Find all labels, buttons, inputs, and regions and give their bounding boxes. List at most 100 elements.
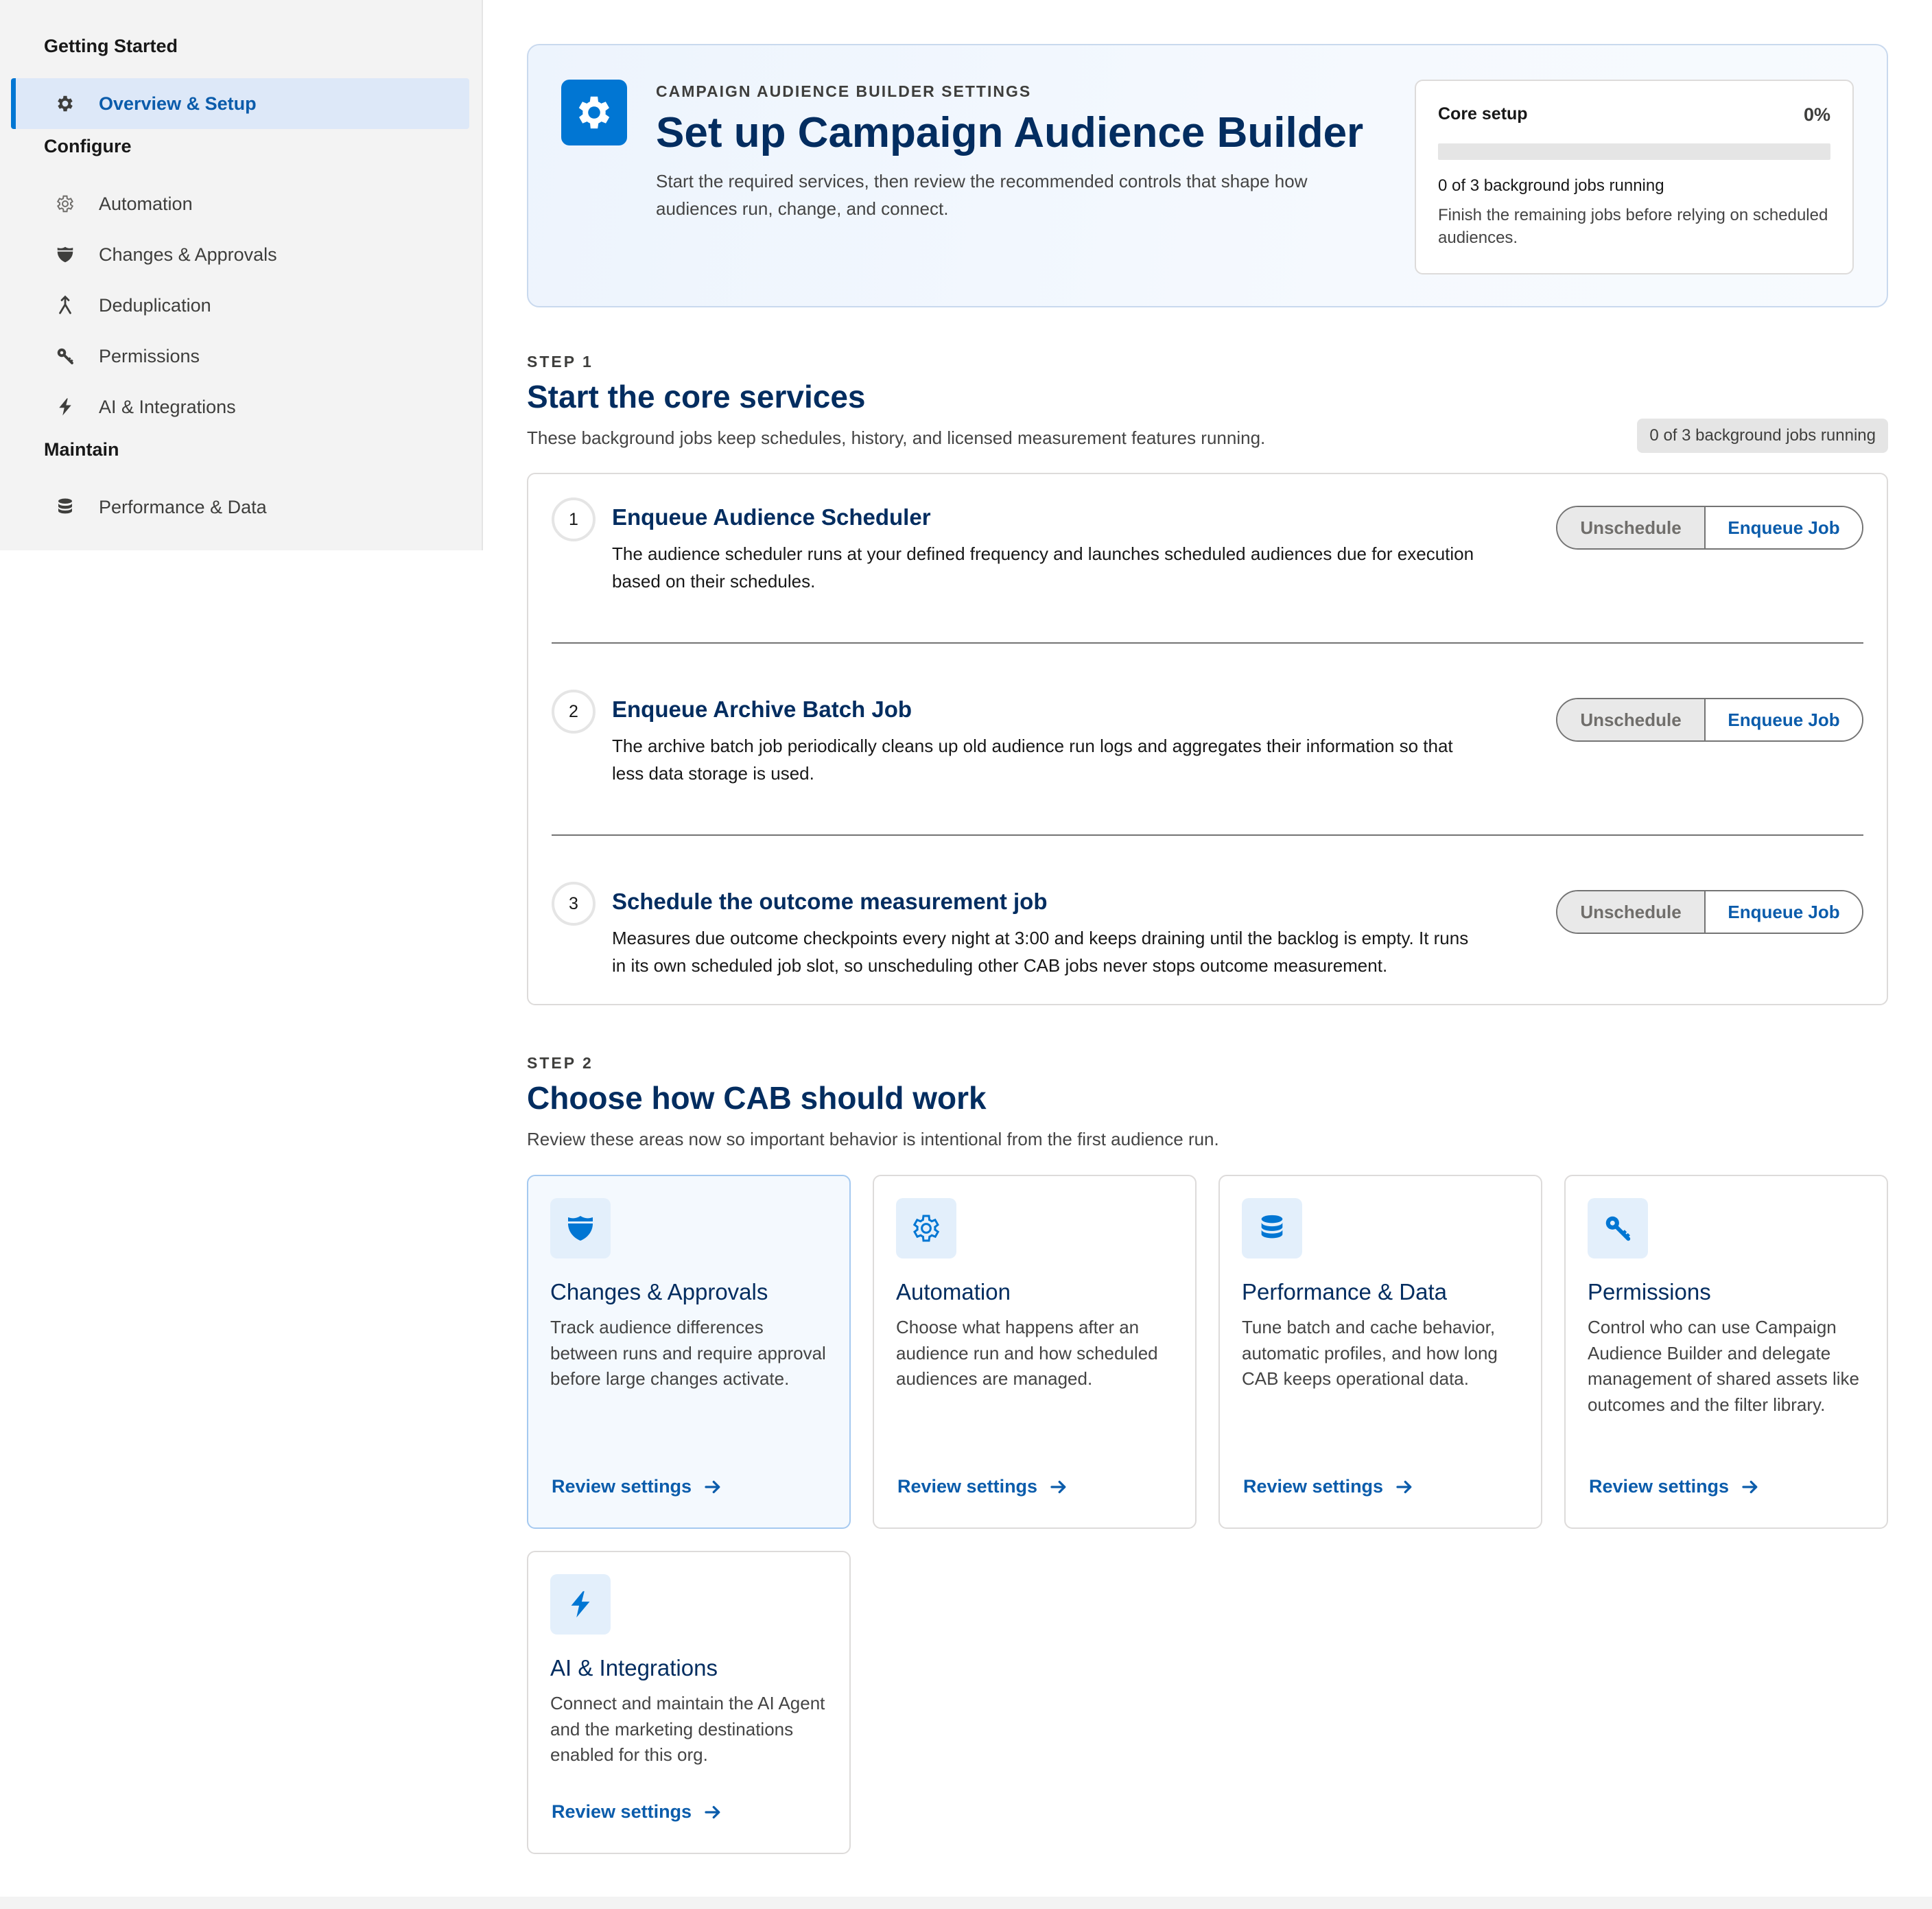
job-description: Measures due outcome checkpoints every n… — [612, 928, 1469, 976]
sidebar-item-permissions[interactable]: Permissions — [11, 331, 469, 382]
main-content: CAMPAIGN AUDIENCE BUILDER SETTINGS Set u… — [527, 44, 1888, 1854]
core-setup-card: Core setup 0% 0 of 3 background jobs run… — [1415, 80, 1854, 274]
sidebar-item-label: Permissions — [99, 345, 200, 366]
sidebar-item-label: Automation — [99, 193, 193, 214]
sidebar-item-performance-data[interactable]: Performance & Data — [11, 482, 469, 532]
sidebar-item-changes-approvals[interactable]: Changes & Approvals — [11, 229, 469, 280]
card-automation[interactable]: Automation Choose what happens after an … — [873, 1175, 1197, 1529]
job-number: 3 — [552, 882, 596, 926]
review-settings-link[interactable]: Review settings — [552, 1801, 723, 1823]
job-description: The audience scheduler runs at your defi… — [612, 543, 1474, 592]
link-label: Review settings — [552, 1476, 692, 1497]
core-setup-status: 0 of 3 background jobs running — [1438, 176, 1664, 195]
step-1-title: Start the core services — [527, 379, 866, 414]
card-title: AI & Integrations — [550, 1655, 718, 1680]
enqueue-job-button[interactable]: Enqueue Job — [1706, 891, 1862, 933]
step-2-label: STEP 2 — [527, 1054, 593, 1072]
card-ai-integrations[interactable]: AI & Integrations Connect and maintain t… — [527, 1551, 851, 1854]
card-description: Connect and maintain the AI Agent and th… — [550, 1693, 825, 1765]
gear-outline-icon — [54, 192, 77, 215]
step-1-section: STEP 1 Start the core services These bac… — [527, 353, 1888, 453]
card-title: Automation — [896, 1279, 1011, 1304]
core-setup-note: Finish the remaining jobs before relying… — [1438, 206, 1828, 247]
database-icon — [1242, 1198, 1302, 1258]
core-setup-progress-bar — [1438, 143, 1830, 160]
sidebar-item-label: Performance & Data — [99, 496, 267, 517]
sidebar-group-getting-started: Getting Started — [44, 36, 178, 56]
card-title: Performance & Data — [1242, 1279, 1447, 1304]
hero-description: Start the required services, then review… — [656, 171, 1308, 219]
job-title: Schedule the outcome measurement job — [612, 889, 1048, 914]
hero-panel: CAMPAIGN AUDIENCE BUILDER SETTINGS Set u… — [527, 44, 1888, 307]
card-description: Choose what happens after an audience ru… — [896, 1317, 1158, 1389]
job-item: 1 Enqueue Audience Scheduler The audienc… — [552, 497, 1863, 655]
sidebar-group-maintain: Maintain — [44, 439, 119, 460]
review-settings-link[interactable]: Review settings — [552, 1476, 723, 1497]
card-title: Changes & Approvals — [550, 1279, 768, 1304]
review-settings-link[interactable]: Review settings — [897, 1476, 1069, 1497]
arrow-right-icon — [1396, 1480, 1412, 1493]
footer-strip — [0, 1897, 1932, 1909]
sidebar-item-label: AI & Integrations — [99, 396, 236, 417]
job-button-group: Unschedule Enqueue Job — [1556, 698, 1863, 742]
page-title: Set up Campaign Audience Builder — [656, 109, 1364, 156]
arrow-right-icon — [1742, 1480, 1758, 1493]
job-description: The archive batch job periodically clean… — [612, 736, 1453, 784]
lightning-icon — [54, 395, 77, 419]
card-description: Control who can use Campaign Audience Bu… — [1588, 1317, 1859, 1415]
step-1-label: STEP 1 — [527, 353, 593, 371]
gear-outline-icon — [896, 1198, 956, 1258]
unschedule-button[interactable]: Unschedule — [1557, 699, 1706, 740]
sidebar-item-ai-integrations[interactable]: AI & Integrations — [11, 382, 469, 432]
gear-icon — [54, 92, 77, 115]
sidebar: Getting Started Overview & Setup Configu… — [0, 0, 483, 550]
core-setup-percent: 0% — [1803, 104, 1830, 125]
unschedule-button[interactable]: Unschedule — [1557, 891, 1706, 933]
step-2-section: STEP 2 Choose how CAB should work Review… — [527, 1054, 1888, 1150]
arrow-right-icon — [1050, 1480, 1066, 1493]
link-label: Review settings — [1243, 1476, 1384, 1497]
sidebar-item-label: Overview & Setup — [99, 93, 257, 114]
key-icon — [54, 344, 77, 368]
card-description: Tune batch and cache behavior, automatic… — [1242, 1317, 1498, 1389]
card-description: Track audience differences between runs … — [550, 1317, 826, 1389]
review-settings-link[interactable]: Review settings — [1243, 1476, 1415, 1497]
job-button-group: Unschedule Enqueue Job — [1556, 506, 1863, 550]
unschedule-button[interactable]: Unschedule — [1557, 507, 1706, 548]
step-2-title: Choose how CAB should work — [527, 1080, 987, 1116]
sidebar-item-deduplication[interactable]: Deduplication — [11, 280, 469, 331]
step-2-description: Review these areas now so important beha… — [527, 1129, 1219, 1149]
link-label: Review settings — [552, 1801, 692, 1822]
divider — [552, 642, 1863, 644]
job-item: 3 Schedule the outcome measurement job M… — [552, 882, 1863, 1040]
card-permissions[interactable]: Permissions Control who can use Campaign… — [1564, 1175, 1888, 1529]
sidebar-group-configure: Configure — [44, 136, 132, 156]
enqueue-job-button[interactable]: Enqueue Job — [1706, 507, 1862, 548]
arrow-right-icon — [705, 1805, 720, 1818]
gear-icon — [561, 80, 627, 145]
sidebar-item-automation[interactable]: Automation — [11, 178, 469, 229]
review-settings-link[interactable]: Review settings — [1589, 1476, 1760, 1497]
job-number: 2 — [552, 690, 596, 734]
link-label: Review settings — [897, 1476, 1038, 1497]
card-changes-approvals[interactable]: Changes & Approvals Track audience diffe… — [527, 1175, 851, 1529]
hero-eyebrow: CAMPAIGN AUDIENCE BUILDER SETTINGS — [656, 82, 1032, 100]
sidebar-item-label: Deduplication — [99, 294, 211, 316]
shield-icon — [54, 243, 77, 266]
job-title: Enqueue Archive Batch Job — [612, 696, 912, 722]
shield-icon — [550, 1198, 611, 1258]
job-item: 2 Enqueue Archive Batch Job The archive … — [552, 690, 1863, 847]
merge-icon — [54, 294, 77, 317]
core-setup-label: Core setup — [1438, 104, 1528, 124]
page: Getting Started Overview & Setup Configu… — [0, 0, 1932, 1909]
card-performance-data[interactable]: Performance & Data Tune batch and cache … — [1218, 1175, 1542, 1529]
arrow-right-icon — [705, 1480, 720, 1493]
database-icon — [54, 495, 77, 519]
link-label: Review settings — [1589, 1476, 1730, 1497]
key-icon — [1588, 1198, 1648, 1258]
sidebar-item-overview-setup[interactable]: Overview & Setup — [11, 78, 469, 129]
divider — [552, 834, 1863, 836]
lightning-icon — [550, 1574, 611, 1635]
enqueue-job-button[interactable]: Enqueue Job — [1706, 699, 1862, 740]
job-title: Enqueue Audience Scheduler — [612, 504, 931, 530]
